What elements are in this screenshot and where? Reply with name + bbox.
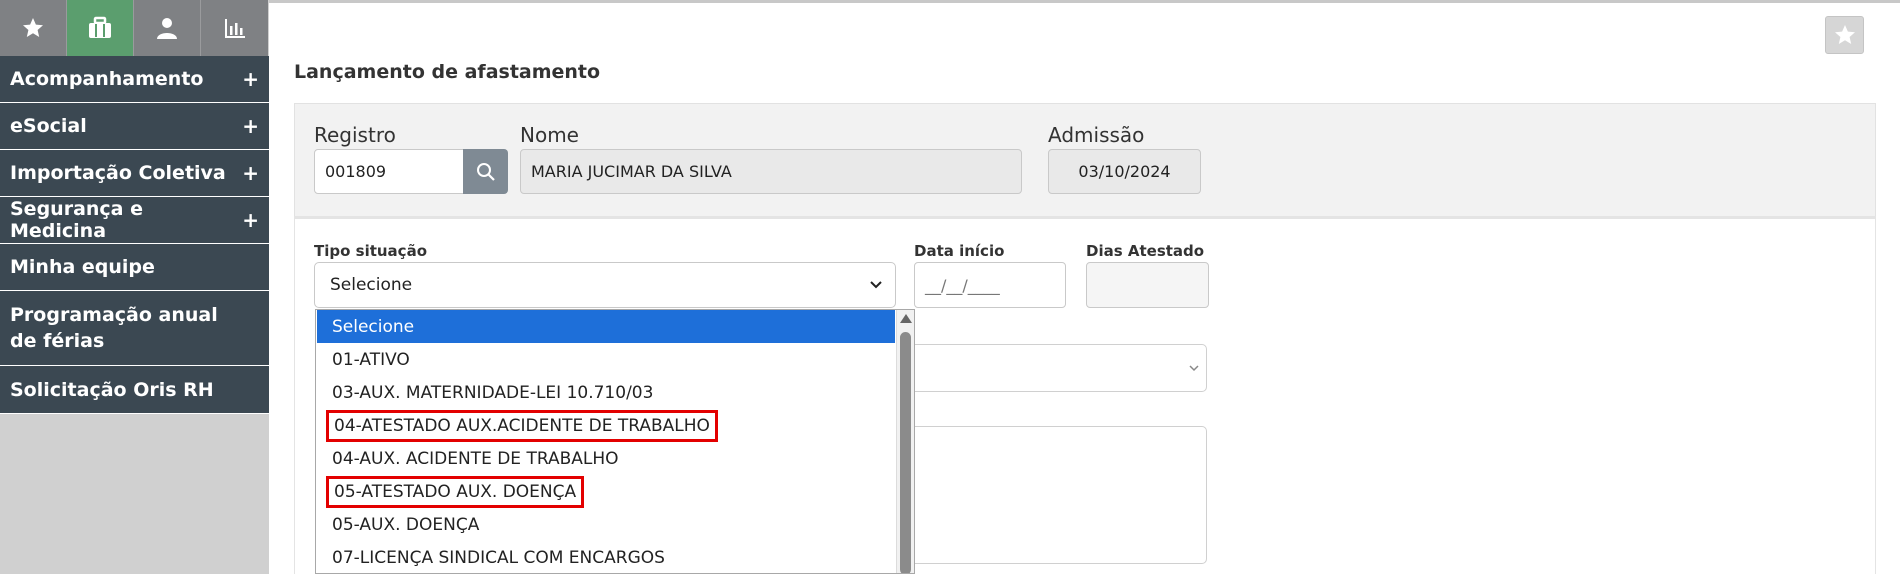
tipo-situacao-select[interactable]: Selecione bbox=[314, 262, 896, 308]
dropdown-option[interactable]: 07-LICENÇA SINDICAL COM ENCARGOS bbox=[317, 541, 895, 573]
menu-item-programacao-ferias[interactable]: Programação anual de férias bbox=[0, 291, 269, 366]
scroll-thumb[interactable] bbox=[900, 332, 911, 573]
dropdown-option[interactable]: 05-AUX. DOENÇA bbox=[317, 508, 895, 541]
user-icon bbox=[157, 18, 177, 39]
menu-item-label: Solicitação Oris RH bbox=[10, 378, 214, 401]
data-inicio-field[interactable]: __/__/____ bbox=[914, 262, 1066, 308]
dias-atestado-label: Dias Atestado bbox=[1086, 242, 1205, 260]
menu-item-label: Acompanhamento bbox=[10, 68, 204, 90]
tab-briefcase[interactable] bbox=[67, 0, 134, 56]
top-divider bbox=[269, 0, 1900, 5]
dropdown-option[interactable]: 04-AUX. ACIDENTE DE TRABALHO bbox=[317, 442, 895, 475]
menu-item-label: Importação Coletiva bbox=[10, 162, 226, 184]
menu-item-minha-equipe[interactable]: Minha equipe bbox=[0, 244, 269, 291]
page-title: Lançamento de afastamento bbox=[294, 61, 601, 83]
dropdown-option[interactable]: 01-ATIVO bbox=[317, 343, 895, 376]
dropdown-option-selecione[interactable]: Selecione bbox=[317, 310, 895, 343]
option-label: 01-ATIVO bbox=[332, 349, 410, 370]
chevron-down-icon bbox=[870, 281, 882, 289]
data-inicio-label: Data início bbox=[914, 242, 1005, 260]
secondary-select[interactable] bbox=[897, 344, 1207, 392]
menu-item-solicitacao-oris[interactable]: Solicitação Oris RH bbox=[0, 366, 269, 414]
dropdown-option[interactable]: 03-AUX. MATERNIDADE-LEI 10.710/03 bbox=[317, 376, 895, 409]
expand-icon: + bbox=[242, 114, 259, 138]
menu-item-label: Programação anual de férias bbox=[10, 304, 218, 352]
tipo-situacao-dropdown: Selecione 01-ATIVO 03-AUX. MATERNIDADE-L… bbox=[315, 309, 915, 574]
data-inicio-placeholder: __/__/____ bbox=[925, 275, 1000, 295]
star-icon bbox=[1834, 25, 1855, 44]
app: Acompanhamento + eSocial + Importação Co… bbox=[0, 0, 1900, 574]
tipo-situacao-label: Tipo situação bbox=[314, 242, 427, 260]
star-icon bbox=[23, 18, 43, 37]
dias-atestado-field[interactable] bbox=[1086, 262, 1209, 308]
registro-label: Registro bbox=[314, 123, 396, 147]
scroll-up-arrow-icon[interactable] bbox=[900, 314, 912, 323]
admissao-field: 03/10/2024 bbox=[1048, 149, 1201, 194]
option-label: Selecione bbox=[332, 316, 415, 337]
option-label: 05-AUX. DOENÇA bbox=[332, 514, 480, 535]
registro-value: 001809 bbox=[325, 162, 387, 181]
dropdown-option-highlighted[interactable]: 04-ATESTADO AUX.ACIDENTE DE TRABALHO bbox=[317, 409, 895, 442]
tab-user[interactable] bbox=[134, 0, 201, 56]
nome-value: MARIA JUCIMAR DA SILVA bbox=[531, 162, 732, 181]
search-button[interactable] bbox=[463, 149, 508, 194]
option-label: 04-ATESTADO AUX.ACIDENTE DE TRABALHO bbox=[326, 409, 718, 442]
admissao-label: Admissão bbox=[1048, 123, 1145, 147]
bar-chart-icon bbox=[224, 19, 245, 38]
menu-item-label: Minha equipe bbox=[10, 256, 155, 278]
briefcase-icon bbox=[89, 16, 111, 38]
nome-field: MARIA JUCIMAR DA SILVA bbox=[520, 149, 1022, 194]
sidebar-icon-tabs bbox=[0, 0, 269, 56]
sidebar-menu: Acompanhamento + eSocial + Importação Co… bbox=[0, 56, 269, 414]
observacao-textarea[interactable] bbox=[897, 426, 1207, 564]
dropdown-scrollbar[interactable] bbox=[896, 310, 914, 573]
tab-reports[interactable] bbox=[201, 0, 268, 56]
menu-item-label: eSocial bbox=[10, 115, 87, 137]
admissao-value: 03/10/2024 bbox=[1078, 162, 1171, 181]
tab-favorites[interactable] bbox=[0, 0, 67, 56]
option-label: 05-ATESTADO AUX. DOENÇA bbox=[325, 475, 585, 508]
menu-item-acompanhamento[interactable]: Acompanhamento + bbox=[0, 56, 269, 103]
menu-item-seguranca-medicina[interactable]: Segurança e Medicina + bbox=[0, 197, 269, 244]
expand-icon: + bbox=[242, 208, 259, 232]
sidebar: Acompanhamento + eSocial + Importação Co… bbox=[0, 0, 269, 574]
option-label: 03-AUX. MATERNIDADE-LEI 10.710/03 bbox=[332, 382, 654, 403]
menu-item-esocial[interactable]: eSocial + bbox=[0, 103, 269, 150]
expand-icon: + bbox=[242, 67, 259, 91]
option-label: 04-AUX. ACIDENTE DE TRABALHO bbox=[332, 448, 619, 469]
menu-item-label: Segurança e Medicina bbox=[10, 198, 143, 242]
menu-item-importacao-coletiva[interactable]: Importação Coletiva + bbox=[0, 150, 269, 197]
chevron-down-icon bbox=[1189, 365, 1199, 372]
nome-label: Nome bbox=[520, 123, 579, 147]
favorite-button[interactable] bbox=[1825, 16, 1864, 54]
dropdown-option-highlighted[interactable]: 05-ATESTADO AUX. DOENÇA bbox=[317, 475, 895, 508]
expand-icon: + bbox=[242, 161, 259, 185]
tipo-situacao-value: Selecione bbox=[330, 275, 413, 295]
search-icon bbox=[476, 162, 495, 181]
registro-field[interactable]: 001809 bbox=[314, 149, 464, 194]
option-label: 07-LICENÇA SINDICAL COM ENCARGOS bbox=[332, 547, 665, 568]
